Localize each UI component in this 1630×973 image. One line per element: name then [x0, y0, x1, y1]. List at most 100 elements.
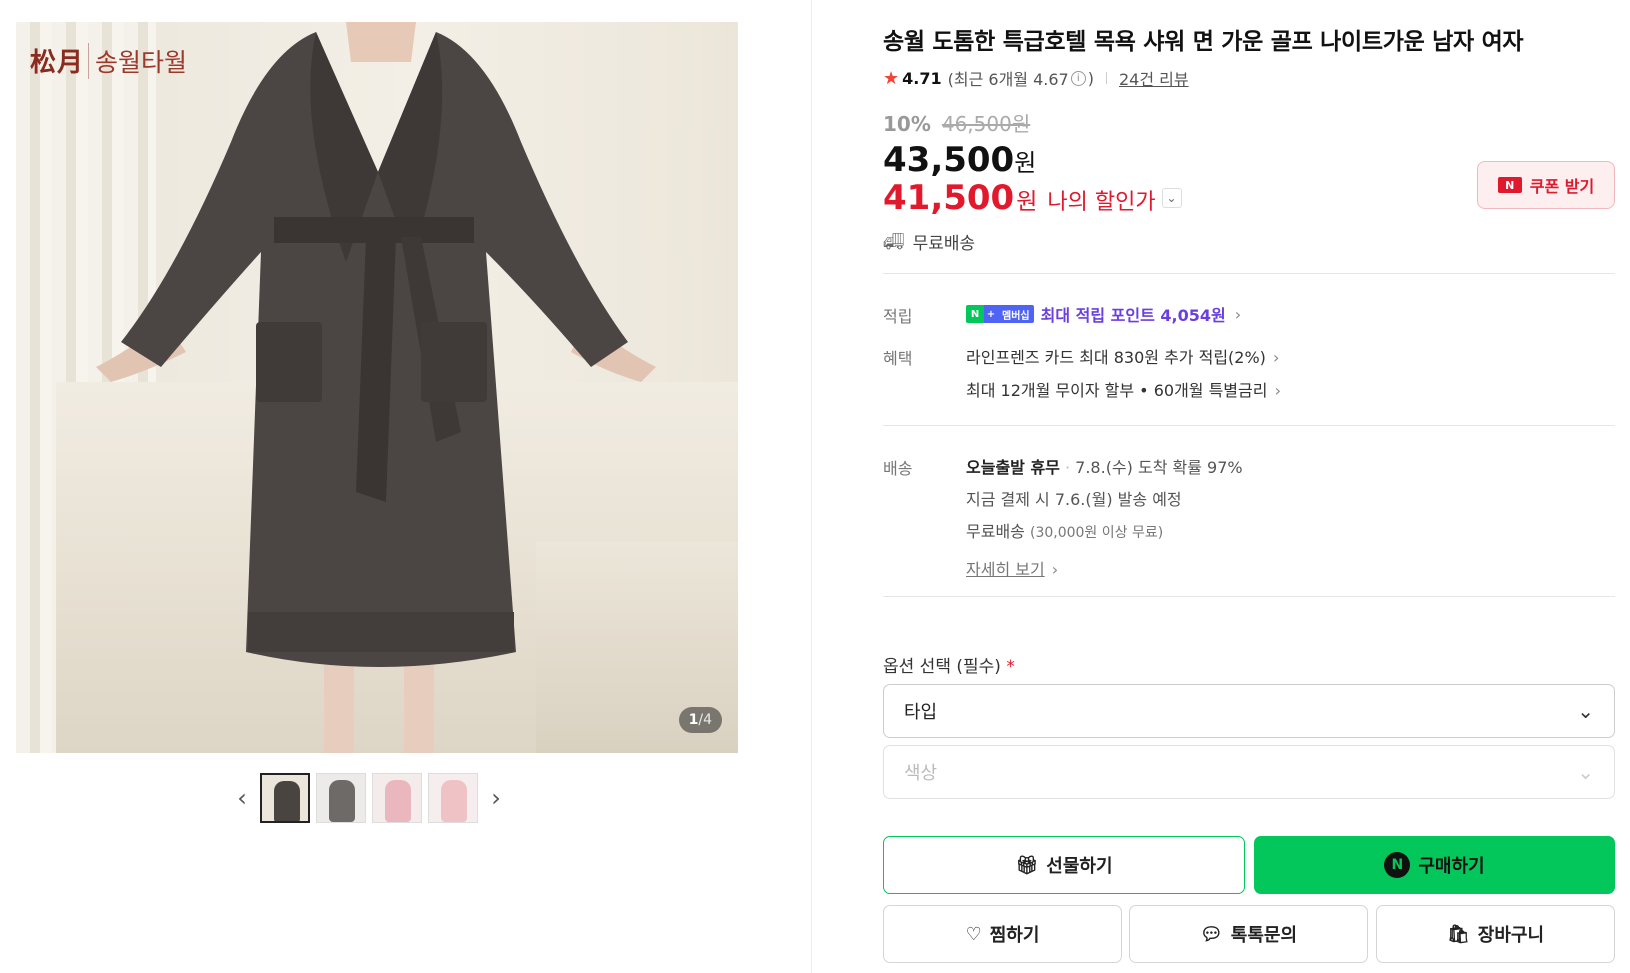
benefit-label: 혜택 [883, 349, 913, 368]
rating-score: 4.71 [902, 68, 942, 88]
divider [1105, 72, 1107, 84]
recent-rating: (최근 6개월 4.67 [947, 70, 1069, 89]
sale-price-value: 43,500 [883, 140, 1015, 180]
naver-plus-membership-badge: N + 멤버십 [966, 305, 1034, 323]
cart-button[interactable]: 🛍︎ 장바구니 [1376, 905, 1615, 963]
shipping-values: 오늘출발 휴무 · 7.8.(수) 도착 확률 97% 지금 결제 시 7.6.… [966, 454, 1243, 580]
option-label: 옵션 선택 (필수) * [883, 652, 1015, 677]
product-title: 송월 도톰한 특급호텔 목욕 샤워 면 가운 골프 나이트가운 남자 여자 [883, 29, 1524, 55]
free-shipping: 무료배송 [966, 522, 1025, 541]
talk-label: 톡톡문의 [1230, 925, 1298, 946]
product-main-image[interactable]: 松月 송월타월 1/4 [16, 22, 738, 753]
option-label-text: 옵션 선택 (필수) [883, 657, 1001, 677]
chevron-right-icon[interactable]: › [484, 778, 508, 818]
shipping-fee: 무료배송 (30,000원 이상 무료) [966, 518, 1243, 542]
thumbnail-3[interactable] [372, 773, 422, 823]
info-icon[interactable]: i [1070, 70, 1086, 86]
review-link[interactable]: 24건 리뷰 [1119, 66, 1189, 90]
buy-label: 구매하기 [1418, 856, 1485, 877]
shipping-today: 오늘출발 휴무 · 7.8.(수) 도착 확률 97% [966, 458, 1243, 477]
chevron-down-icon: ⌄ [1577, 699, 1594, 723]
chevron-right-icon: › [1267, 348, 1280, 367]
points-row[interactable]: N + 멤버십 최대 적립 포인트 4,054원 › [966, 302, 1241, 326]
benefit-values: 라인프렌즈 카드 최대 830원 추가 적립(2%) › 최대 12개월 무이자… [966, 344, 1281, 410]
rating-row: ★ 4.71 (최근 6개월 4.67 i ) 24건 리뷰 [883, 66, 1189, 90]
buy-button[interactable]: N 구매하기 [1254, 836, 1615, 894]
chevron-right-icon: › [1234, 304, 1242, 324]
product-page: 松月 송월타월 1/4 ‹ › 송월 도톰한 특급호텔 목욕 샤워 면 가운 골… [0, 0, 1630, 973]
today-dispatch: 오늘출발 휴무 [966, 458, 1060, 477]
chevron-down-icon[interactable]: ⌄ [1161, 188, 1182, 208]
my-price-value: 41,500 [883, 178, 1015, 218]
installment-benefit[interactable]: 최대 12개월 무이자 할부 • 60개월 특별금리 › [966, 377, 1281, 401]
counter-current: 1 [688, 712, 699, 728]
arrival-estimate: 7.8.(수) 도착 확률 97% [1075, 458, 1243, 477]
sale-price: 43,500원 [883, 140, 1036, 180]
required-mark: * [1006, 657, 1015, 677]
wish-button[interactable]: ♡ 찜하기 [883, 905, 1122, 963]
thumbnail-robe [274, 781, 300, 821]
bathrobe-illustration [96, 22, 656, 753]
free-shipping-badge: 🚚︎ 무료배송 [883, 229, 976, 255]
shipping-label: 배송 [883, 459, 913, 478]
recent-rating-close: ) [1087, 68, 1094, 88]
free-shipping-text: 무료배송 [912, 234, 976, 254]
my-price-unit: 원 [1016, 189, 1038, 215]
naver-coupon-icon: N [1497, 177, 1522, 193]
discount-row: 10% 46,500원 [883, 108, 1030, 137]
dispatch-estimate: 지금 결제 시 7.6.(월) 발송 예정 [966, 490, 1182, 509]
my-price-label: 나의 할인가 [1047, 190, 1156, 215]
chevron-right-icon: › [1046, 560, 1059, 579]
coupon-label: 쿠폰 받기 [1529, 177, 1595, 196]
shopping-bag-icon: 🛍︎ [1446, 923, 1470, 945]
product-gallery: 松月 송월타월 1/4 ‹ › [0, 0, 812, 973]
discount-percent: 10% [883, 112, 931, 136]
thumbnail-strip: ‹ › [230, 772, 520, 824]
chevron-right-icon: › [1269, 381, 1281, 400]
detail-link-row[interactable]: 자세히 보기 › [966, 556, 1243, 580]
heart-icon: ♡ [965, 923, 982, 945]
product-info: 송월 도톰한 특급호텔 목욕 샤워 면 가운 골프 나이트가운 남자 여자 ★ … [883, 0, 1615, 973]
np-n: N [966, 305, 984, 323]
gift-button[interactable]: 🎁︎ 선물하기 [883, 836, 1245, 894]
card-benefit-text: 라인프렌즈 카드 최대 830원 추가 적립(2%) [966, 348, 1266, 367]
thumbnail-robe [329, 780, 355, 822]
points-text: 최대 적립 포인트 4,054원 [1040, 306, 1226, 325]
detail-link: 자세히 보기 [966, 560, 1045, 579]
coupon-button[interactable]: N 쿠폰 받기 [1477, 161, 1615, 209]
section-divider [883, 596, 1615, 597]
points-label: 적립 [883, 307, 913, 326]
logo-kanji: 松月 [30, 48, 85, 78]
chevron-left-icon[interactable]: ‹ [230, 778, 254, 818]
chat-bubble-icon: 💬︎ [1199, 923, 1223, 945]
thumbnail-robe [385, 780, 411, 822]
type-select-value: 타입 [904, 702, 938, 723]
gift-icon: 🎁︎ [1015, 854, 1039, 876]
np-member: 멤버십 [998, 305, 1034, 323]
type-select[interactable]: 타입 ⌄ [883, 684, 1615, 738]
talk-inquiry-button[interactable]: 💬︎ 톡톡문의 [1129, 905, 1368, 963]
section-divider [883, 425, 1615, 426]
section-divider [883, 273, 1615, 274]
brand-logo: 松月 송월타월 [30, 42, 187, 79]
logo-brand-name: 송월타월 [88, 42, 187, 79]
thumbnail-2[interactable] [316, 773, 366, 823]
chevron-down-icon: ⌄ [1577, 760, 1594, 784]
color-select-value: 색상 [904, 763, 938, 784]
original-price: 46,500원 [941, 112, 1031, 136]
card-benefit[interactable]: 라인프렌즈 카드 최대 830원 추가 적립(2%) › [966, 344, 1281, 368]
counter-total: 4 [703, 712, 712, 728]
cart-label: 장바구니 [1477, 925, 1545, 946]
thumbnail-1[interactable] [260, 773, 310, 823]
image-counter: 1/4 [678, 707, 722, 733]
np-plus: + [984, 305, 998, 323]
color-select[interactable]: 색상 ⌄ [883, 745, 1615, 799]
truck-icon: 🚚︎ [883, 231, 905, 252]
thumbnail-4[interactable] [428, 773, 478, 823]
gift-label: 선물하기 [1046, 856, 1113, 877]
thumbnail-robe [441, 780, 467, 822]
star-icon: ★ [883, 67, 900, 89]
installment-text: 최대 12개월 무이자 할부 • 60개월 특별금리 [966, 381, 1268, 400]
sale-price-unit: 원 [1014, 149, 1037, 177]
free-condition: (30,000원 이상 무료) [1029, 525, 1164, 541]
